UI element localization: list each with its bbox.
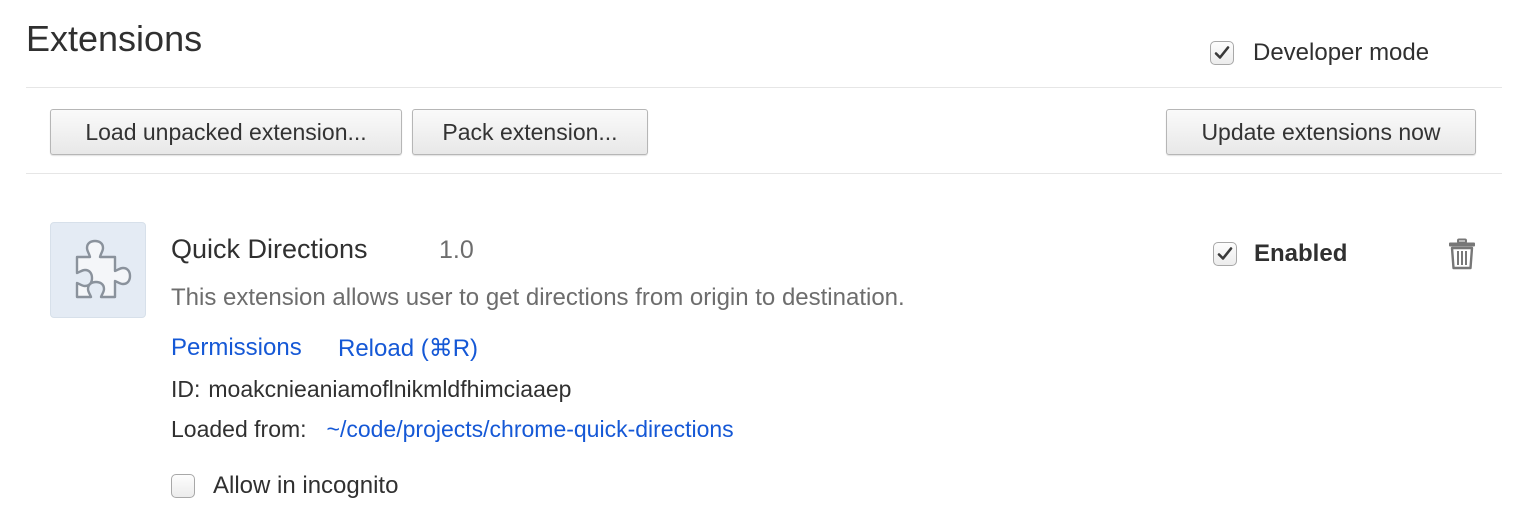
- extensions-page: Extensions Developer mode Load unpacked …: [0, 0, 1530, 524]
- toolbar: Load unpacked extension... Pack extensio…: [26, 88, 1502, 174]
- permissions-link[interactable]: Permissions: [171, 334, 302, 362]
- puzzle-piece-icon: [50, 222, 146, 318]
- extension-name: Quick Directions: [171, 234, 368, 264]
- allow-incognito-toggle[interactable]: Allow in incognito: [171, 472, 398, 500]
- checkmark-icon: [1214, 46, 1230, 59]
- allow-incognito-checkbox[interactable]: [171, 474, 195, 498]
- extension-description: This extension allows user to get direct…: [171, 284, 905, 311]
- page-title: Extensions: [26, 18, 203, 59]
- developer-mode-toggle[interactable]: Developer mode: [1210, 39, 1429, 67]
- developer-mode-label: Developer mode: [1253, 39, 1430, 66]
- extension-item: Quick Directions 1.0 This extension allo…: [0, 174, 1530, 524]
- loaded-from-path-link[interactable]: ~/code/projects/chrome-quick-directions: [327, 416, 734, 443]
- enabled-label: Enabled: [1254, 240, 1348, 267]
- load-unpacked-extension-button[interactable]: Load unpacked extension...: [50, 109, 402, 155]
- loaded-from-row: Loaded from: ~/code/projects/chrome-quic…: [171, 416, 734, 443]
- extension-id-value: moakcnieaniamoflnikmldfhimciaaep: [208, 376, 572, 402]
- enabled-toggle[interactable]: Enabled: [1213, 240, 1347, 268]
- developer-mode-checkbox[interactable]: [1210, 41, 1234, 65]
- trash-icon[interactable]: [1447, 238, 1477, 270]
- extension-id-row: ID: moakcnieaniamoflnikmldfhimciaaep: [171, 376, 571, 403]
- pack-extension-button[interactable]: Pack extension...: [412, 109, 648, 155]
- extension-version: 1.0: [439, 236, 474, 264]
- extension-id-label: ID:: [171, 376, 201, 402]
- reload-link[interactable]: Reload (⌘R): [338, 334, 478, 363]
- loaded-from-label: Loaded from:: [171, 416, 307, 442]
- header: Extensions Developer mode: [26, 0, 1502, 88]
- update-extensions-now-button[interactable]: Update extensions now: [1166, 109, 1476, 155]
- enabled-checkbox[interactable]: [1213, 242, 1237, 266]
- checkmark-icon: [1217, 247, 1233, 260]
- allow-incognito-label: Allow in incognito: [213, 472, 399, 499]
